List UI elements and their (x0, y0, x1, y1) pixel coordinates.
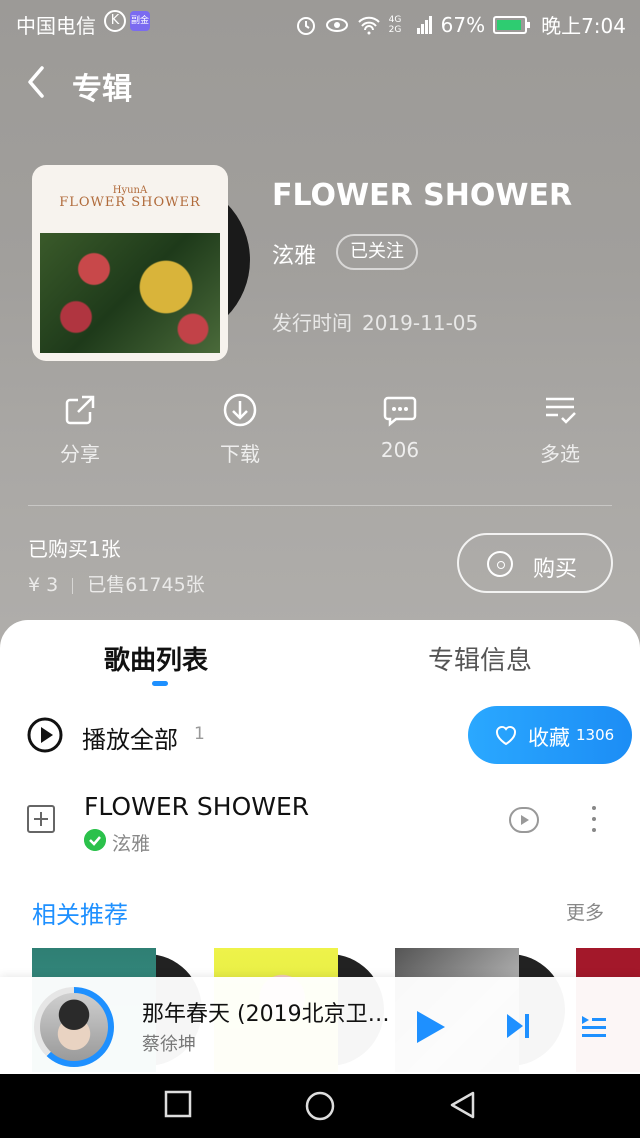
next-track-icon[interactable] (505, 1012, 531, 1040)
album-title: FLOWER SHOWER (272, 178, 573, 213)
back-icon[interactable] (448, 1090, 476, 1120)
price-separator (72, 577, 74, 594)
battery-icon (493, 15, 531, 34)
artist-name[interactable]: 泫雅 (272, 238, 316, 270)
signal-icon (416, 15, 432, 34)
now-playing-artist: 蔡徐坤 (142, 1034, 196, 1055)
buy-label: 购买 (533, 557, 578, 582)
clock: 晚上7:04 (541, 14, 626, 38)
wifi-icon (357, 16, 380, 34)
play-all-icon[interactable] (26, 716, 64, 754)
comment-button[interactable]: 206 (350, 392, 450, 462)
now-playing-title[interactable]: 那年春天 (2019北京卫… (142, 996, 392, 1028)
recommend-title: 相关推荐 (32, 901, 128, 929)
now-playing-artwork[interactable] (40, 993, 108, 1061)
status-bar: 中国电信 K 副金 4G 2G 67% 晚上7:04 (0, 0, 640, 44)
song-count: 1 (194, 724, 205, 744)
favorite-button[interactable]: 收藏 1306 (468, 706, 632, 764)
more-options-icon[interactable] (588, 806, 600, 836)
alarm-icon (296, 16, 315, 35)
album-cover[interactable]: HyunA FLOWER SHOWER (32, 165, 228, 361)
release-info: 发行时间 2019-11-05 (272, 307, 478, 336)
multiselect-label: 多选 (540, 442, 580, 466)
back-arrow-icon[interactable] (22, 62, 52, 102)
follow-button[interactable]: 已关注 (336, 234, 418, 270)
sim2-badge: 副金 (130, 11, 150, 31)
song-artist: 泫雅 (112, 833, 151, 855)
download-button[interactable]: 下载 (190, 392, 290, 467)
cover-title: FLOWER SHOWER (59, 195, 201, 210)
play-icon[interactable] (414, 1008, 448, 1046)
cover-photo (40, 233, 220, 353)
tab-album-info[interactable]: 专辑信息 (428, 640, 532, 677)
network-label: 4G 2G (388, 14, 402, 35)
sold-count: 已售61745张 (87, 574, 205, 596)
share-icon (65, 395, 95, 425)
song-title[interactable]: FLOWER SHOWER (84, 792, 309, 821)
heart-icon (496, 725, 516, 746)
verified-check-icon (84, 829, 106, 851)
favorite-label: 收藏 (528, 726, 570, 750)
share-label: 分享 (60, 442, 100, 466)
recent-apps-icon[interactable] (164, 1090, 192, 1118)
recommend-more-link[interactable]: 更多 (566, 898, 604, 925)
price-line: ¥ 3 已售61745张 (28, 570, 205, 597)
battery-percent: 67% (440, 12, 486, 37)
comment-count: 206 (380, 438, 420, 462)
bought-count: 已购买1张 (28, 537, 121, 561)
favorite-count: 1306 (576, 726, 615, 744)
playlist-queue-icon[interactable] (580, 1012, 608, 1040)
price: ¥ 3 (28, 574, 59, 596)
eye-icon (325, 17, 348, 32)
multiselect-icon (546, 397, 576, 424)
disc-icon (487, 551, 513, 577)
share-button[interactable]: 分享 (30, 392, 130, 467)
tab-indicator (152, 681, 168, 686)
comment-icon (383, 396, 417, 427)
play-all-button[interactable]: 播放全部 (82, 720, 178, 755)
multiselect-button[interactable]: 多选 (510, 392, 610, 467)
action-row: 分享 下载 206 多选 (0, 392, 640, 482)
divider (28, 505, 612, 506)
mv-play-icon[interactable] (508, 806, 540, 834)
system-navigation-bar (0, 1074, 640, 1138)
page-title: 专辑 (72, 72, 132, 107)
add-to-playlist-icon[interactable] (27, 805, 55, 833)
k-badge-icon: K (104, 10, 126, 32)
download-icon (223, 393, 257, 427)
home-icon[interactable] (304, 1090, 336, 1122)
download-label: 下载 (220, 442, 260, 466)
carrier-label: 中国电信 (16, 14, 96, 38)
tab-song-list[interactable]: 歌曲列表 (104, 640, 208, 677)
release-date: 2019-11-05 (362, 311, 479, 335)
release-label: 发行时间 (272, 311, 352, 335)
buy-button[interactable]: 购买 (457, 533, 613, 593)
